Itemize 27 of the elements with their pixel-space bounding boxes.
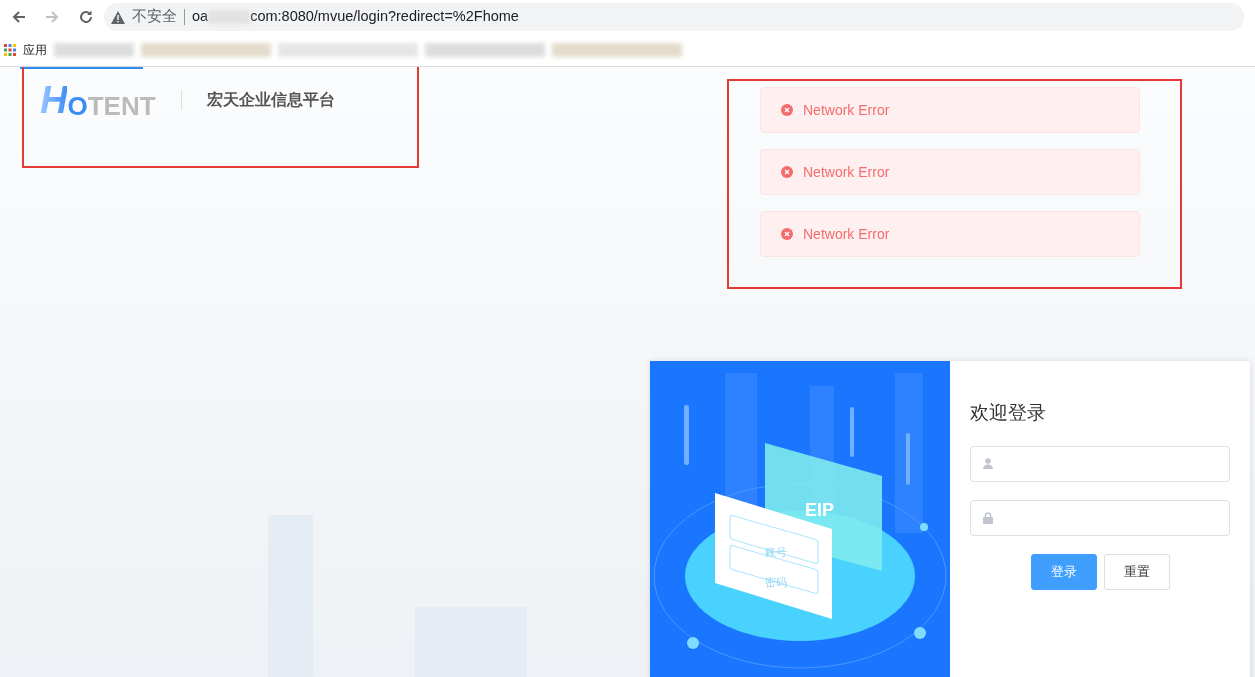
user-icon: [983, 458, 993, 469]
username-field[interactable]: [970, 445, 1230, 482]
back-arrow-icon: [10, 9, 27, 25]
error-message: Network Error: [760, 87, 1140, 133]
logo: HOTENT: [40, 81, 156, 119]
eip-label: EIP: [805, 500, 834, 520]
apps-link[interactable]: 应用: [22, 41, 47, 59]
platform-name: 宏天企业信息平台: [206, 90, 335, 110]
address-bar[interactable]: 不安全 oa com:8080/mvue/login?redirect=%2Fhome: [104, 3, 1244, 31]
reload-icon: [77, 9, 94, 25]
error-message: Network Error: [760, 149, 1140, 195]
apps-grid-icon: [3, 44, 16, 56]
forward-arrow-icon: [44, 9, 60, 25]
reset-button[interactable]: 重置: [1103, 553, 1170, 590]
error-icon: [781, 104, 793, 116]
url-text: oa: [192, 7, 209, 27]
lock-icon: [983, 511, 993, 524]
password-field[interactable]: [970, 499, 1230, 536]
error-icon: [781, 228, 793, 240]
illustration-field-label: 账号: [765, 546, 787, 559]
warning-icon: [111, 10, 125, 24]
illustration-field-label: 密码: [765, 576, 787, 589]
error-message: Network Error: [760, 211, 1140, 257]
url-text: com:8080/mvue/login?redirect=%2Fhome: [250, 7, 519, 27]
security-label: 不安全: [132, 7, 177, 27]
login-title: 欢迎登录: [970, 401, 1047, 425]
error-icon: [781, 166, 793, 178]
